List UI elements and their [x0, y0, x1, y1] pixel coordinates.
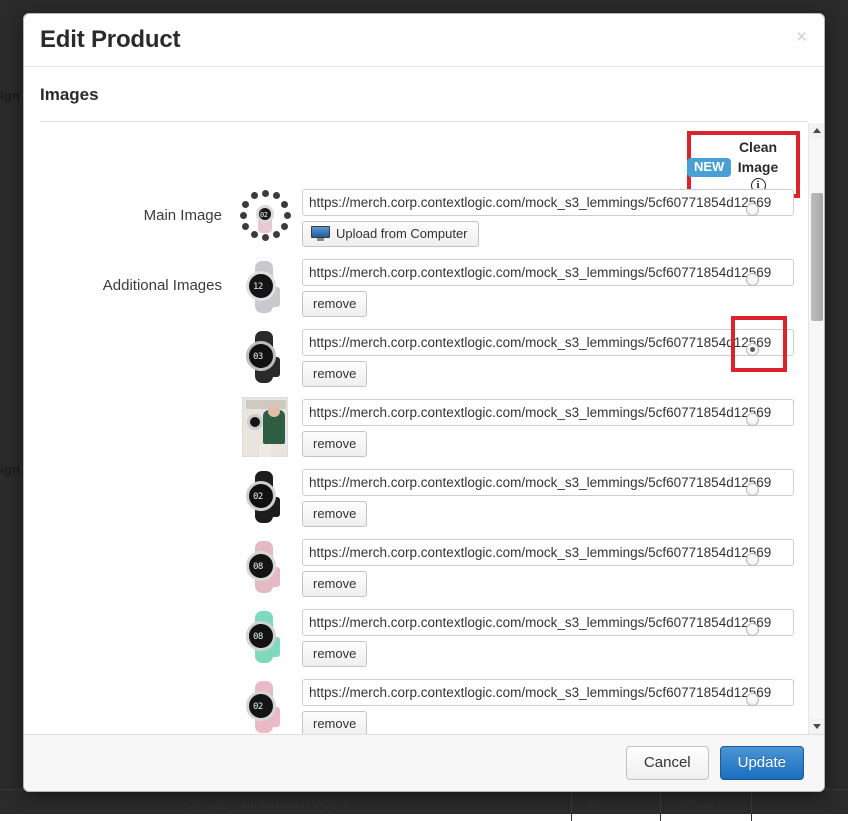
clean-image-radio-cell[interactable] — [746, 413, 760, 427]
new-badge: NEW — [687, 158, 731, 177]
clean-image-radio-cell[interactable] — [746, 483, 760, 497]
modal-header: Edit Product × — [24, 14, 824, 67]
image-thumbnail: 02 — [236, 185, 294, 249]
image-row: 08 remove — [24, 535, 806, 605]
background-row-price: 275.44 — [676, 797, 716, 812]
remove-button[interactable]: remove — [302, 501, 367, 527]
background-text-left-top: ign — [0, 88, 20, 103]
image-row-label: Main Image — [24, 185, 236, 224]
clean-image-radio[interactable] — [746, 273, 759, 286]
background-row-extra: 0 — [764, 797, 771, 812]
image-row: 02 remove — [24, 465, 806, 535]
image-row: Main Image02 Upload from Computer — [24, 185, 806, 255]
image-row: remove — [24, 395, 806, 465]
image-url-input[interactable] — [302, 259, 794, 286]
clean-image-radio-cell[interactable] — [746, 343, 760, 357]
clean-image-radio[interactable] — [746, 343, 759, 356]
background-row-sku: Q1-p22_black&green"\(Q1-5" — [186, 797, 355, 812]
image-url-input[interactable] — [302, 329, 794, 356]
images-scroll-area: Main Image02Upload from ComputerAddition… — [24, 185, 824, 734]
modal-footer: Cancel Update — [24, 734, 824, 791]
close-icon[interactable]: × — [790, 27, 812, 49]
image-thumbnail: 12 — [236, 255, 294, 319]
image-rows-list: Main Image02Upload from ComputerAddition… — [24, 185, 824, 734]
clean-image-label-line2: Image — [738, 159, 778, 175]
image-row-label: Additional Images — [24, 255, 236, 294]
image-row: 02 remove — [24, 675, 806, 734]
page-title: Edit Product — [40, 26, 180, 54]
image-thumbnail: 02 — [236, 675, 294, 734]
clean-image-radio[interactable] — [746, 553, 759, 566]
image-row-label — [24, 465, 236, 487]
image-thumbnail: 08 — [236, 535, 294, 599]
image-row: 08 remove — [24, 605, 806, 675]
scroll-up-arrow-icon[interactable] — [809, 123, 824, 139]
modal-scrollbar[interactable] — [808, 123, 824, 734]
clean-image-radio[interactable] — [746, 203, 759, 216]
remove-button[interactable]: remove — [302, 571, 367, 597]
image-url-input[interactable] — [302, 609, 794, 636]
image-row-label — [24, 395, 236, 417]
image-url-input[interactable] — [302, 469, 794, 496]
background-table-row: Q1-p22_black&green"\(Q1-5" 40 275.44 0 — [0, 793, 848, 821]
clean-image-radio[interactable] — [746, 693, 759, 706]
clean-image-radio[interactable] — [746, 483, 759, 496]
image-row-label — [24, 605, 236, 627]
clean-image-radio-cell[interactable] — [746, 553, 760, 567]
update-button[interactable]: Update — [720, 746, 804, 780]
remove-button[interactable]: remove — [302, 711, 367, 734]
remove-button[interactable]: remove — [302, 291, 367, 317]
clean-image-radio[interactable] — [746, 413, 759, 426]
image-thumbnail: 08 — [236, 605, 294, 669]
clean-image-label-line1: Clean — [739, 139, 777, 155]
image-url-input[interactable] — [302, 539, 794, 566]
clean-image-radio-cell[interactable] — [746, 693, 760, 707]
background-row-quantity: 40 — [586, 797, 600, 812]
upload-button-label: Upload from Computer — [336, 226, 468, 241]
clean-image-radio-cell[interactable] — [746, 203, 760, 217]
background-text-left-bottom: ign — [0, 462, 20, 477]
edit-product-modal: Edit Product × Images NEW Clean Image i … — [23, 13, 825, 792]
image-url-input[interactable] — [302, 399, 794, 426]
scroll-down-arrow-icon[interactable] — [809, 718, 824, 734]
image-thumbnail — [236, 395, 294, 459]
image-row-label — [24, 325, 236, 347]
image-thumbnail: 03 — [236, 325, 294, 389]
remove-button[interactable]: remove — [302, 431, 367, 457]
clean-image-radio-cell[interactable] — [746, 623, 760, 637]
clean-image-radio[interactable] — [746, 623, 759, 636]
image-row-label — [24, 675, 236, 697]
image-thumbnail: 02 — [236, 465, 294, 529]
image-row-label — [24, 535, 236, 557]
remove-button[interactable]: remove — [302, 641, 367, 667]
monitor-icon — [311, 226, 330, 241]
image-url-input[interactable] — [302, 189, 794, 216]
clean-image-radio-cell[interactable] — [746, 273, 760, 287]
image-row: Additional Images12 remove — [24, 255, 806, 325]
upload-from-computer-button[interactable]: Upload from Computer — [302, 221, 479, 247]
scrollbar-thumb[interactable] — [811, 193, 823, 321]
section-title-images: Images — [24, 67, 824, 105]
image-row: 03 remove — [24, 325, 806, 395]
image-url-input[interactable] — [302, 679, 794, 706]
cancel-button[interactable]: Cancel — [626, 746, 709, 780]
remove-button[interactable]: remove — [302, 361, 367, 387]
modal-body: Images NEW Clean Image i Main Image02Upl… — [24, 67, 824, 734]
